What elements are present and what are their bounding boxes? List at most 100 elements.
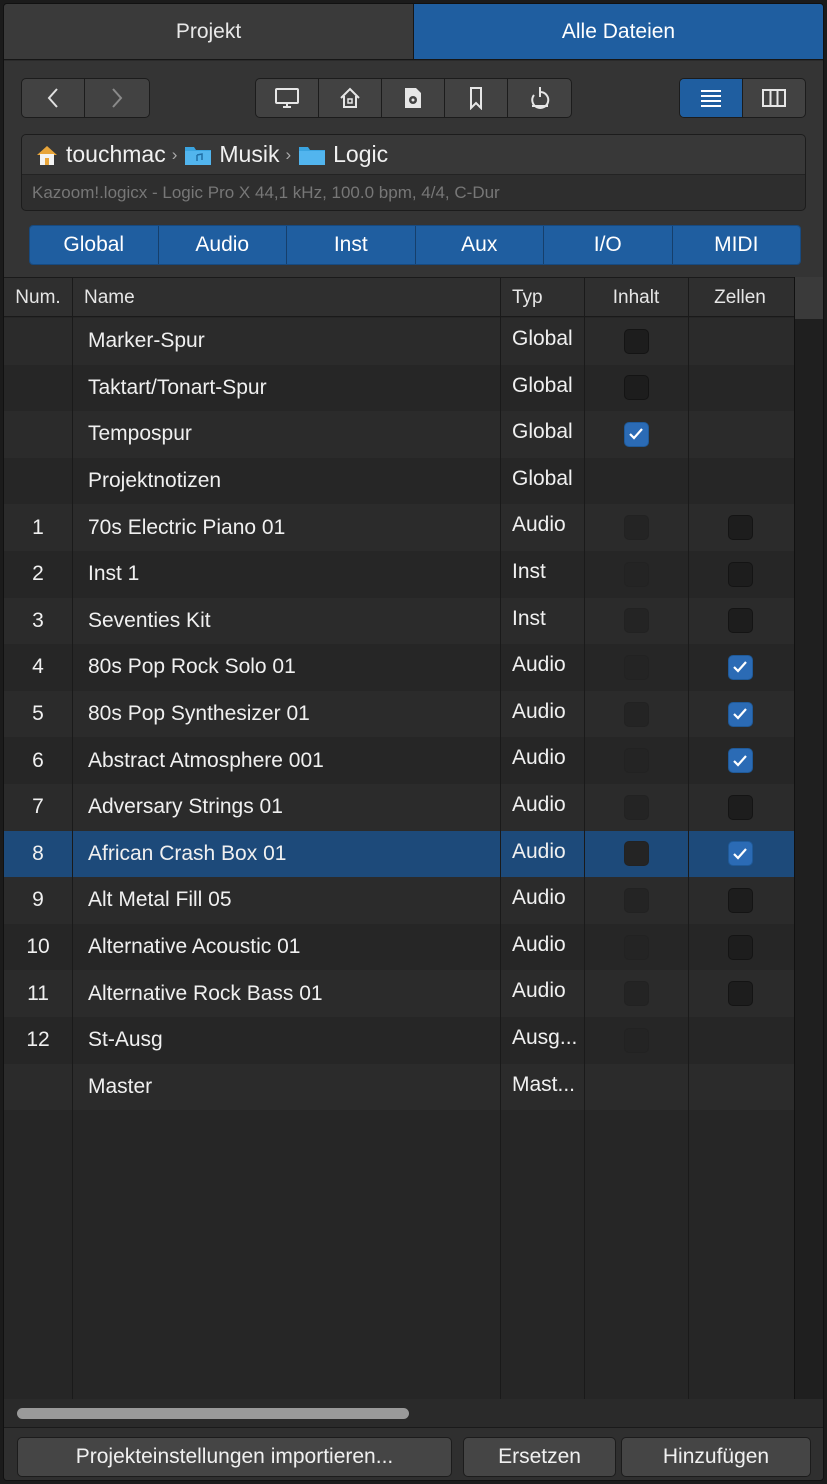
column-view-button[interactable] xyxy=(743,79,806,117)
row-number: 9 xyxy=(32,888,44,912)
table-row[interactable]: 9 Alt Metal Fill 05 Audio xyxy=(4,877,794,924)
track-type: Audio xyxy=(512,839,566,863)
zellen-checkbox[interactable] xyxy=(727,701,753,727)
zellen-checkbox[interactable] xyxy=(727,981,753,1007)
inhalt-cell xyxy=(584,924,688,971)
table-row[interactable]: Master Mast... xyxy=(4,1063,794,1111)
project-icon xyxy=(405,88,421,108)
row-number: 7 xyxy=(32,795,44,819)
table-row[interactable]: 10 Alternative Acoustic 01 Audio xyxy=(4,923,794,971)
bookmark-icon xyxy=(470,87,482,110)
tab-alle-dateien[interactable]: Alle Dateien xyxy=(413,4,823,60)
filter-aux[interactable]: Aux xyxy=(415,226,544,264)
table-row[interactable]: 1 70s Electric Piano 01 Audio xyxy=(4,504,794,551)
inhalt-cell xyxy=(584,737,688,784)
import-settings-button[interactable]: Projekteinstellungen importieren... xyxy=(17,1437,452,1477)
filter-midi[interactable]: MIDI xyxy=(672,226,800,264)
horizontal-scrollbar[interactable] xyxy=(4,1399,823,1427)
table-row[interactable]: 6 Abstract Atmosphere 001 Audio xyxy=(4,737,794,784)
table-row[interactable]: 4 80s Pop Rock Solo 01 Audio xyxy=(4,644,794,691)
table-row[interactable]: 12 St-Ausg Ausg... xyxy=(4,1016,794,1064)
track-name: African Crash Box 01 xyxy=(88,841,287,865)
vertical-scrollbar[interactable] xyxy=(794,277,823,1399)
track-type: Audio xyxy=(512,653,566,677)
table-row[interactable]: Taktart/Tonart-Spur Global xyxy=(4,364,794,412)
track-name: St-Ausg xyxy=(88,1028,163,1052)
track-name: 70s Electric Piano 01 xyxy=(88,515,286,539)
zellen-cell xyxy=(688,877,792,924)
zellen-checkbox[interactable] xyxy=(727,608,753,634)
zellen-cell xyxy=(688,598,792,645)
bookmark-button[interactable] xyxy=(445,79,508,117)
filter-audio[interactable]: Audio xyxy=(158,226,287,264)
inhalt-cell xyxy=(584,784,688,831)
table-row[interactable]: 5 80s Pop Synthesizer 01 Audio xyxy=(4,690,794,738)
table-row[interactable]: Projektnotizen Global xyxy=(4,457,794,505)
filter-bar: Global Audio Inst Aux I/O MIDI xyxy=(29,225,801,265)
row-number: 8 xyxy=(32,841,44,865)
inhalt-checkbox xyxy=(623,608,649,634)
breadcrumb-logic[interactable]: Logic xyxy=(333,141,388,168)
add-button[interactable]: Hinzufügen xyxy=(621,1437,811,1477)
table-row[interactable]: 3 Seventies Kit Inst xyxy=(4,597,794,645)
inhalt-checkbox[interactable] xyxy=(623,421,649,447)
track-type: Audio xyxy=(512,792,566,816)
zellen-cell xyxy=(688,318,792,365)
track-name: Alternative Rock Bass 01 xyxy=(88,981,323,1005)
track-name: Alternative Acoustic 01 xyxy=(88,935,301,959)
inhalt-cell xyxy=(584,411,688,458)
zellen-checkbox[interactable] xyxy=(727,887,753,913)
zellen-checkbox[interactable] xyxy=(727,561,753,587)
table-row[interactable]: 2 Inst 1 Inst xyxy=(4,550,794,598)
horizontal-scroll-thumb[interactable] xyxy=(17,1408,409,1419)
zellen-checkbox[interactable] xyxy=(727,794,753,820)
track-name: 80s Pop Synthesizer 01 xyxy=(88,702,310,726)
column-header-zellen[interactable]: Zellen xyxy=(688,278,792,318)
table-row[interactable]: 7 Adversary Strings 01 Audio xyxy=(4,783,794,831)
row-number: 11 xyxy=(27,981,49,1005)
track-type: Ausg... xyxy=(512,1025,578,1049)
recent-button[interactable] xyxy=(508,79,571,117)
inhalt-checkbox[interactable] xyxy=(623,375,649,401)
column-header-num[interactable]: Num. xyxy=(4,278,72,318)
zellen-checkbox[interactable] xyxy=(727,654,753,680)
project-button[interactable] xyxy=(382,79,445,117)
zellen-checkbox[interactable] xyxy=(727,934,753,960)
table-row[interactable]: 8 African Crash Box 01 Audio xyxy=(4,830,794,878)
filter-global[interactable]: Global xyxy=(30,226,159,264)
track-type: Audio xyxy=(512,932,566,956)
breadcrumb-touchmac[interactable]: touchmac xyxy=(66,141,166,168)
zellen-checkbox[interactable] xyxy=(727,748,753,774)
computer-button[interactable] xyxy=(256,79,319,117)
tab-projekt[interactable]: Projekt xyxy=(4,4,413,60)
table-row[interactable]: Marker-Spur Global xyxy=(4,318,794,365)
zellen-checkbox[interactable] xyxy=(727,841,753,867)
inhalt-checkbox xyxy=(623,701,649,727)
column-header-name[interactable]: Name xyxy=(84,278,135,318)
checkmark-icon xyxy=(629,428,643,441)
zellen-cell xyxy=(688,784,792,831)
track-name: Inst 1 xyxy=(88,562,140,586)
back-button[interactable] xyxy=(22,79,85,117)
row-number xyxy=(4,318,72,365)
table-row[interactable]: 11 Alternative Rock Bass 01 Audio xyxy=(4,970,794,1017)
breadcrumb-musik[interactable]: Musik xyxy=(219,141,279,168)
forward-button[interactable] xyxy=(85,79,148,117)
column-header-typ[interactable]: Typ xyxy=(512,278,543,318)
inhalt-checkbox[interactable] xyxy=(623,328,649,354)
zellen-checkbox[interactable] xyxy=(727,515,753,541)
track-type: Global xyxy=(512,373,573,397)
table-row[interactable]: Tempospur Global xyxy=(4,411,794,458)
home-icon xyxy=(340,87,360,108)
filter-io[interactable]: I/O xyxy=(544,226,673,264)
row-number: 12 xyxy=(26,1028,50,1052)
replace-button[interactable]: Ersetzen xyxy=(463,1437,616,1477)
column-header-inhalt[interactable]: Inhalt xyxy=(584,278,688,318)
track-type: Audio xyxy=(512,513,566,537)
home-button[interactable] xyxy=(319,79,382,117)
list-view-button[interactable] xyxy=(680,79,743,117)
checkmark-icon xyxy=(733,848,747,860)
filter-inst[interactable]: Inst xyxy=(287,226,416,264)
inhalt-checkbox xyxy=(623,515,649,541)
column-divider xyxy=(500,277,501,1399)
